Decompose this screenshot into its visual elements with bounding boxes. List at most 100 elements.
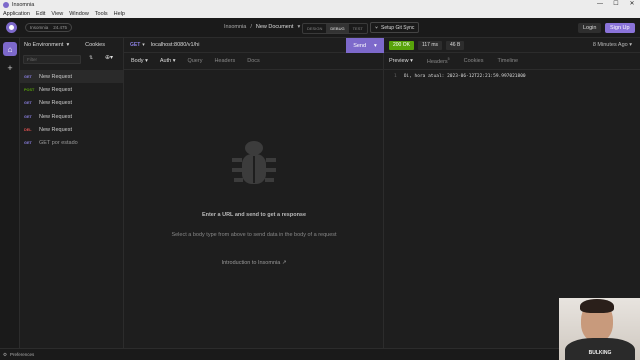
time-badge: 117 ms (417, 40, 442, 50)
method-badge: DEL (24, 127, 32, 132)
tab-auth-label: Auth (159, 58, 172, 64)
breadcrumb: Insomnia / New Document ▾ (224, 24, 300, 30)
project-pill[interactable]: Insomnia 24.475 (25, 23, 73, 32)
send-label: Send (353, 42, 367, 49)
tab-body-label: Body (131, 58, 144, 64)
left-rail: ⌂ + (0, 38, 20, 348)
tab-body[interactable]: Body ▾ (131, 58, 148, 64)
intro-link-label: Introduction to Insomnia (221, 260, 281, 266)
git-sync-button[interactable]: ⑂ Setup Git Sync (370, 22, 420, 33)
tab-preview[interactable]: Preview ▾ (389, 58, 413, 64)
method-badge: POST (24, 87, 35, 92)
preferences-link[interactable]: Preferences (10, 352, 34, 357)
menu-help[interactable]: Help (114, 11, 125, 17)
tab-query[interactable]: Query (187, 58, 202, 64)
window-titlebar: Insomnia — ☐ ✕ (0, 0, 640, 9)
menu-edit[interactable]: Edit (36, 11, 45, 17)
request-name: New Request (39, 73, 73, 80)
response-text: Oi, hora atual: 2023-06-12T22:21:59.9970… (403, 74, 526, 79)
project-version: 24.475 (53, 25, 68, 30)
method-badge: GET (24, 114, 32, 119)
external-link-icon: ↗ (281, 260, 287, 266)
size-badge: 46 B (446, 40, 465, 50)
presenter-hair (580, 299, 614, 313)
empty-title: Enter a URL and send to get a response (201, 212, 307, 218)
send-button[interactable]: Send ▾ (346, 38, 384, 53)
sidebar: No Environment ▾ Cookies Filter ⇅ ⊕▾ GET… (20, 38, 124, 348)
response-body[interactable]: 1 Oi, hora atual: 2023-06-12T22:21:59.997… (384, 70, 640, 79)
breadcrumb-document[interactable]: New Document (256, 24, 294, 30)
method-badge: GET (24, 74, 32, 79)
chevron-down-icon[interactable]: ▾ (297, 24, 300, 30)
url-input[interactable]: localhost:8080/v1/hi (151, 42, 200, 48)
tab-auth[interactable]: Auth ▾ (160, 58, 176, 64)
add-menu-icon[interactable]: ⊕▾ (105, 54, 113, 61)
app-header: Insomnia 24.475 Insomnia / New Document … (0, 18, 640, 38)
request-name: New Request (39, 86, 73, 93)
empty-subtitle: Select a body type from above to send da… (171, 232, 337, 238)
sort-icon[interactable]: ⇅ (89, 55, 93, 61)
menu-bar: Application Edit View Window Tools Help (0, 9, 640, 18)
presenter-shirt: BULKING (565, 338, 635, 360)
list-item[interactable]: POST New Request (20, 83, 123, 96)
insomnia-logo-icon[interactable] (6, 22, 17, 33)
environment-select[interactable]: No Environment (24, 42, 63, 48)
filter-input[interactable]: Filter (23, 54, 81, 64)
tab-docs[interactable]: Docs (247, 58, 260, 64)
plus-icon[interactable]: + (4, 62, 16, 74)
git-sync-label: Setup Git Sync (381, 24, 415, 31)
line-number: 1 (394, 74, 397, 79)
list-item[interactable]: GET New Request (20, 97, 123, 110)
list-item[interactable]: GET New Request (20, 70, 123, 84)
status-badge: 200 OK (389, 40, 414, 50)
list-item[interactable]: GET GET por estado (20, 136, 123, 149)
close-button[interactable]: ✕ (624, 0, 640, 9)
method-select[interactable]: GET (130, 42, 140, 48)
tab-response-cookies[interactable]: Cookies (464, 58, 484, 64)
breadcrumb-root[interactable]: Insomnia (224, 24, 246, 30)
response-tabs: Preview ▾ Headers5 Cookies Timeline (384, 53, 640, 70)
request-pane: GET ▾ localhost:8080/v1/hi Send ▾ Body ▾… (124, 38, 384, 348)
menu-view[interactable]: View (51, 11, 63, 17)
headers-count-badge: 5 (447, 57, 450, 62)
menu-window[interactable]: Window (69, 11, 89, 17)
status-footer: ⚙ Preferences (0, 348, 640, 360)
login-button[interactable]: Login (578, 23, 602, 33)
gear-icon[interactable]: ⚙ (3, 352, 7, 358)
list-item[interactable]: DEL New Request (20, 123, 123, 136)
request-list: GET New Request POST New Request GET New… (20, 70, 123, 150)
request-tabs: Body ▾ Auth ▾ Query Headers Docs (124, 53, 383, 70)
request-name: New Request (39, 126, 73, 133)
tab-response-headers[interactable]: Headers5 (427, 57, 450, 65)
menu-application[interactable]: Application (3, 11, 30, 17)
window-title: Insomnia (12, 1, 35, 8)
mode-debug[interactable]: DEBUG (326, 24, 349, 33)
intro-link[interactable]: Introduction to Insomnia ↗ (124, 260, 384, 266)
cookies-button[interactable]: Cookies (85, 42, 105, 48)
response-time-ago: 8 Minutes Ago (592, 42, 628, 48)
maximize-button[interactable]: ☐ (608, 0, 624, 9)
mode-design[interactable]: DESIGN (303, 24, 326, 33)
tab-headers[interactable]: Headers (214, 58, 235, 64)
webcam-overlay: BULKING (559, 298, 640, 360)
chevron-down-icon[interactable]: ▾ (66, 42, 69, 48)
mode-test[interactable]: TEST (349, 24, 367, 33)
menu-tools[interactable]: Tools (95, 11, 108, 17)
request-name: New Request (39, 100, 73, 107)
list-item[interactable]: GET New Request (20, 110, 123, 123)
app-icon (3, 1, 9, 8)
signup-button[interactable]: Sign Up (605, 23, 635, 33)
chevron-down-icon[interactable]: ▾ (374, 43, 377, 49)
git-branch-icon: ⑂ (375, 24, 379, 31)
mode-switcher: DESIGN DEBUG TEST (302, 23, 368, 34)
minimize-button[interactable]: — (592, 0, 608, 9)
project-name: Insomnia (30, 25, 49, 30)
method-badge: GET (24, 101, 32, 106)
response-status-bar: 200 OK 117 ms 46 B 8 Minutes Ago ▾ (384, 38, 640, 53)
tab-timeline[interactable]: Timeline (497, 58, 518, 64)
home-icon[interactable]: ⌂ (3, 42, 17, 56)
response-history-select[interactable]: 8 Minutes Ago ▾ (593, 42, 632, 48)
breadcrumb-separator: / (250, 24, 252, 30)
url-bar: GET ▾ localhost:8080/v1/hi Send ▾ (124, 38, 384, 53)
chevron-down-icon[interactable]: ▾ (142, 42, 145, 48)
